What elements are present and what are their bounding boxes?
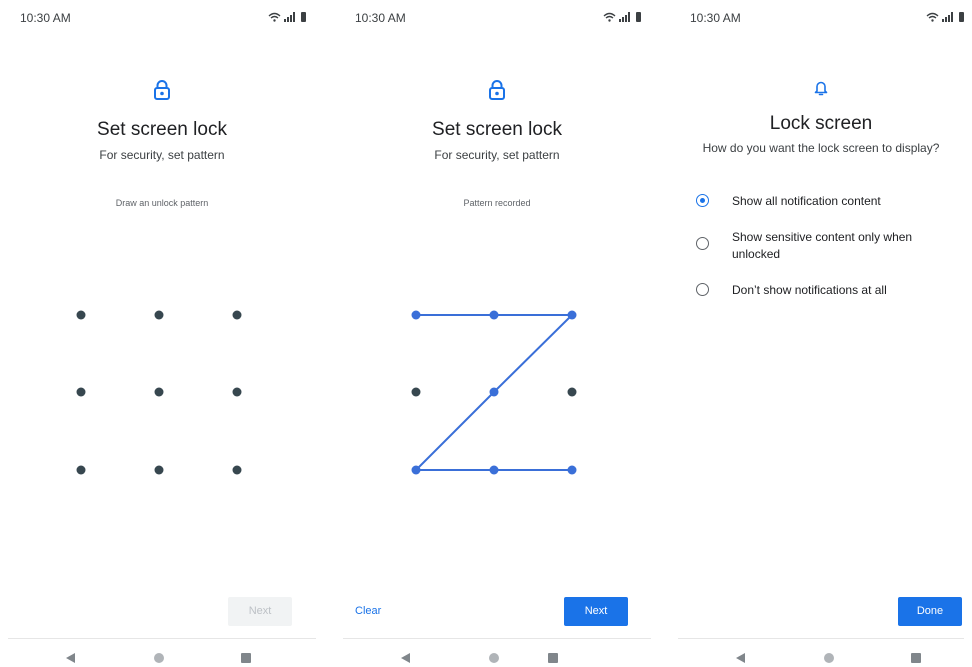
nav-home-icon[interactable] xyxy=(824,653,834,663)
pattern-grid[interactable] xyxy=(335,0,659,560)
option-show-all[interactable]: Show all notification content xyxy=(696,193,966,210)
bell-icon xyxy=(813,79,829,102)
radio-unselected[interactable] xyxy=(696,283,709,296)
pattern-grid[interactable] xyxy=(0,0,324,560)
nav-bar xyxy=(8,638,316,667)
pattern-dot[interactable] xyxy=(567,387,577,397)
pattern-dot-active[interactable] xyxy=(489,465,499,475)
option-hide-all[interactable]: Don’t show notifications at all xyxy=(696,282,966,299)
nav-recents-icon[interactable] xyxy=(241,653,251,663)
pattern-dot[interactable] xyxy=(232,387,242,397)
pattern-dot[interactable] xyxy=(76,310,86,320)
nav-recents-icon[interactable] xyxy=(911,653,921,663)
wifi-icon xyxy=(926,12,939,22)
pattern-setup-screen: 10:30 AM Set screen lock For security, s… xyxy=(0,0,324,667)
page-subtitle: How do you want the lock screen to displ… xyxy=(702,141,940,155)
nav-home-icon[interactable] xyxy=(154,653,164,663)
option-sensitive-when-unlocked[interactable]: Show sensitive content only when unlocke… xyxy=(696,229,966,263)
option-label: Show sensitive content only when unlocke… xyxy=(732,230,913,261)
clear-button[interactable]: Clear xyxy=(355,597,395,626)
pattern-dot[interactable] xyxy=(154,387,164,397)
pattern-dot[interactable] xyxy=(154,465,164,475)
status-icons xyxy=(926,12,964,22)
nav-home-icon[interactable] xyxy=(489,653,499,663)
lock-screen-settings: 10:30 AM Lock screen How do you want the… xyxy=(670,0,972,667)
nav-bar xyxy=(678,638,964,667)
pattern-dot[interactable] xyxy=(232,465,242,475)
pattern-recorded-screen: 10:30 AM Set screen lock For security, s… xyxy=(335,0,659,667)
next-button[interactable]: Next xyxy=(564,597,628,626)
radio-unselected[interactable] xyxy=(696,237,709,250)
radio-selected[interactable] xyxy=(696,194,709,207)
pattern-dot[interactable] xyxy=(76,465,86,475)
page-title: Lock screen xyxy=(769,113,873,134)
signal-icon xyxy=(942,12,953,22)
nav-recents-icon[interactable] xyxy=(548,653,558,663)
pattern-dot[interactable] xyxy=(154,310,164,320)
pattern-dot-active[interactable] xyxy=(567,465,577,475)
option-label: Don’t show notifications at all xyxy=(732,283,887,297)
pattern-dot-active[interactable] xyxy=(489,387,499,397)
pattern-dot-active[interactable] xyxy=(567,310,577,320)
nav-back-icon[interactable] xyxy=(736,653,745,663)
pattern-dot-active[interactable] xyxy=(411,465,421,475)
pattern-dot-active[interactable] xyxy=(411,310,421,320)
option-label: Show all notification content xyxy=(732,194,881,208)
battery-icon xyxy=(959,12,964,22)
pattern-dot[interactable] xyxy=(411,387,421,397)
pattern-dot-active[interactable] xyxy=(489,310,499,320)
pattern-dot[interactable] xyxy=(76,387,86,397)
nav-bar xyxy=(343,638,651,667)
next-button[interactable]: Next xyxy=(228,597,292,626)
pattern-dot[interactable] xyxy=(232,310,242,320)
nav-back-icon[interactable] xyxy=(401,653,410,663)
nav-back-icon[interactable] xyxy=(66,653,75,663)
done-button[interactable]: Done xyxy=(898,597,962,626)
status-time: 10:30 AM xyxy=(690,11,741,25)
